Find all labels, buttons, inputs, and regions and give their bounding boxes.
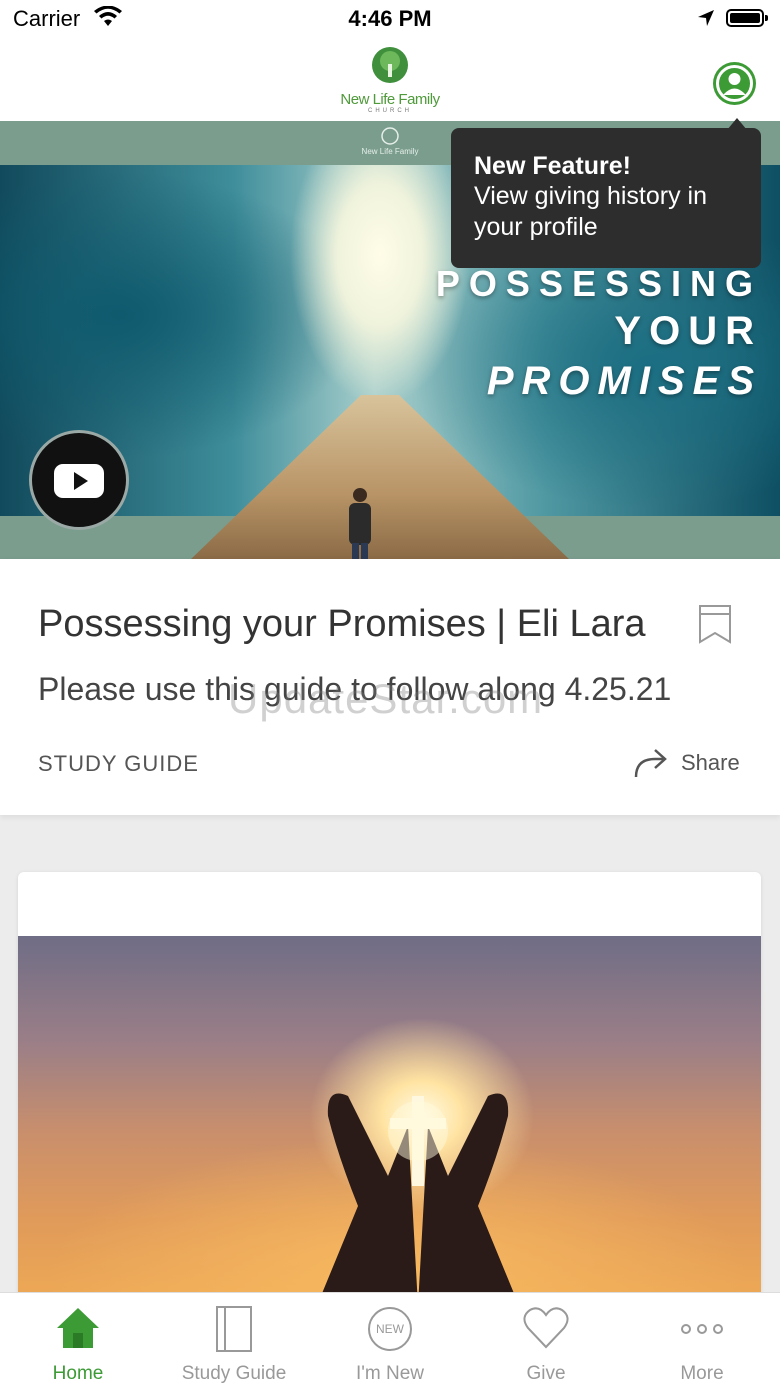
app-header: New Life Family CHURCH	[0, 40, 780, 121]
book-icon	[216, 1306, 252, 1352]
clock: 4:46 PM	[348, 6, 432, 31]
tab-im-new[interactable]: NEW I'm New	[312, 1293, 468, 1388]
home-icon	[57, 1308, 99, 1348]
new-badge-icon: NEW	[368, 1307, 412, 1351]
share-arrow-icon	[634, 749, 667, 778]
hero-title-line1: POSSESSING	[435, 263, 762, 304]
hero-mini-logo-text: New Life Family	[361, 147, 419, 156]
share-label: Share	[681, 750, 740, 775]
watermark: UpdateStar.com	[228, 675, 544, 722]
category-label[interactable]: STUDY GUIDE	[38, 751, 199, 777]
hero-title-line2: YOUR	[614, 309, 762, 353]
heart-icon	[523, 1307, 569, 1349]
tooltip-body-line2: your profile	[474, 213, 598, 241]
tooltip-body-line1: View giving history in	[474, 182, 707, 210]
logo-subtext: CHURCH	[368, 108, 412, 114]
tab-give[interactable]: Give	[468, 1293, 624, 1388]
hero-title-line3: PROMISES	[486, 359, 762, 403]
battery-icon	[726, 9, 768, 27]
location-arrow-icon	[698, 10, 714, 26]
tab-give-label: Give	[526, 1363, 566, 1384]
tab-more-label: More	[680, 1363, 724, 1384]
svg-text:NEW: NEW	[376, 1322, 405, 1336]
more-dots-icon	[681, 1324, 723, 1334]
new-feature-tooltip[interactable]: New Feature! View giving history in your…	[451, 118, 761, 268]
tree-logo-icon	[372, 47, 408, 83]
hero-mini-logo: New Life Family	[360, 127, 420, 156]
tree-mini-icon	[381, 127, 399, 145]
walking-man-figure	[349, 488, 371, 559]
tab-study-guide-label: Study Guide	[181, 1363, 287, 1384]
logo-text: New Life Family	[340, 91, 440, 108]
tab-home-label: Home	[52, 1363, 104, 1384]
bottom-tab-bar: Home Study Guide NEW I'm New Give More	[0, 1292, 780, 1388]
tab-more[interactable]: More	[624, 1293, 780, 1388]
share-button[interactable]: Share	[633, 747, 740, 781]
church-logo: New Life Family CHURCH	[330, 46, 450, 118]
tab-study-guide[interactable]: Study Guide	[156, 1293, 312, 1388]
featured-card[interactable]: Possessing your Promises | Eli Lara Plea…	[0, 559, 780, 815]
card-title[interactable]: Possessing your Promises | Eli Lara	[38, 603, 646, 646]
user-icon	[716, 65, 753, 102]
tooltip-title: New Feature!	[474, 152, 631, 180]
profile-button[interactable]	[713, 62, 756, 105]
youtube-icon	[54, 464, 104, 498]
dry-path	[190, 395, 570, 559]
status-bar: Carrier 4:46 PM	[0, 0, 780, 40]
tooltip-arrow	[727, 118, 747, 130]
bookmark-icon[interactable]	[698, 604, 732, 644]
tab-im-new-label: I'm New	[355, 1363, 425, 1384]
tab-home[interactable]: Home	[0, 1293, 156, 1388]
video-play-button[interactable]	[29, 430, 129, 530]
